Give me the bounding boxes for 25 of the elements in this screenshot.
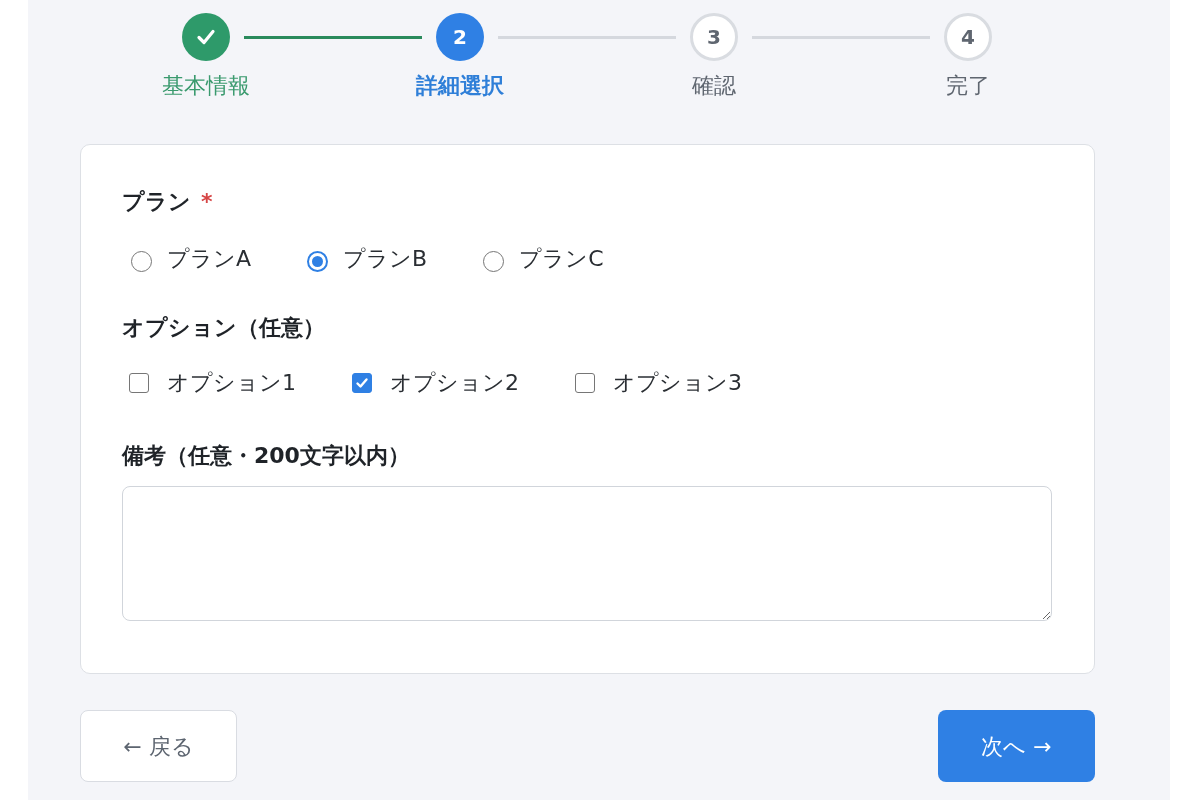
checkbox-icon[interactable] <box>352 373 372 393</box>
checkbox-option[interactable]: オプション1 <box>129 369 296 397</box>
radio-option[interactable]: プランC <box>483 245 604 273</box>
step-label: 完了 <box>946 72 990 100</box>
radio-icon[interactable] <box>483 250 505 272</box>
radio-option[interactable]: プランB <box>307 245 428 273</box>
checkbox-icon[interactable] <box>575 373 595 393</box>
step-number: 2 <box>436 13 484 61</box>
radio-icon[interactable] <box>131 250 152 272</box>
step-number: 4 <box>944 13 992 61</box>
step-label: 詳細選択 <box>416 72 504 100</box>
step-label: 確認 <box>692 72 736 100</box>
next-button[interactable]: 次へ → <box>938 710 1095 782</box>
radio-option[interactable]: プランA <box>131 245 252 273</box>
checkbox-icon[interactable] <box>129 373 149 393</box>
checkbox-option[interactable]: オプション3 <box>575 369 742 397</box>
required-mark: * <box>201 188 213 216</box>
back-button[interactable]: ← 戻る <box>80 710 237 782</box>
checkbox-option[interactable]: オプション2 <box>352 369 519 397</box>
field-label: プラン <box>122 188 191 216</box>
step-number: 3 <box>690 13 738 61</box>
radio-icon[interactable] <box>307 250 329 272</box>
field-label: オプション（任意） <box>122 314 325 342</box>
field-label: 備考（任意・200文字以内） <box>122 442 410 470</box>
step-label: 基本情報 <box>162 72 250 100</box>
